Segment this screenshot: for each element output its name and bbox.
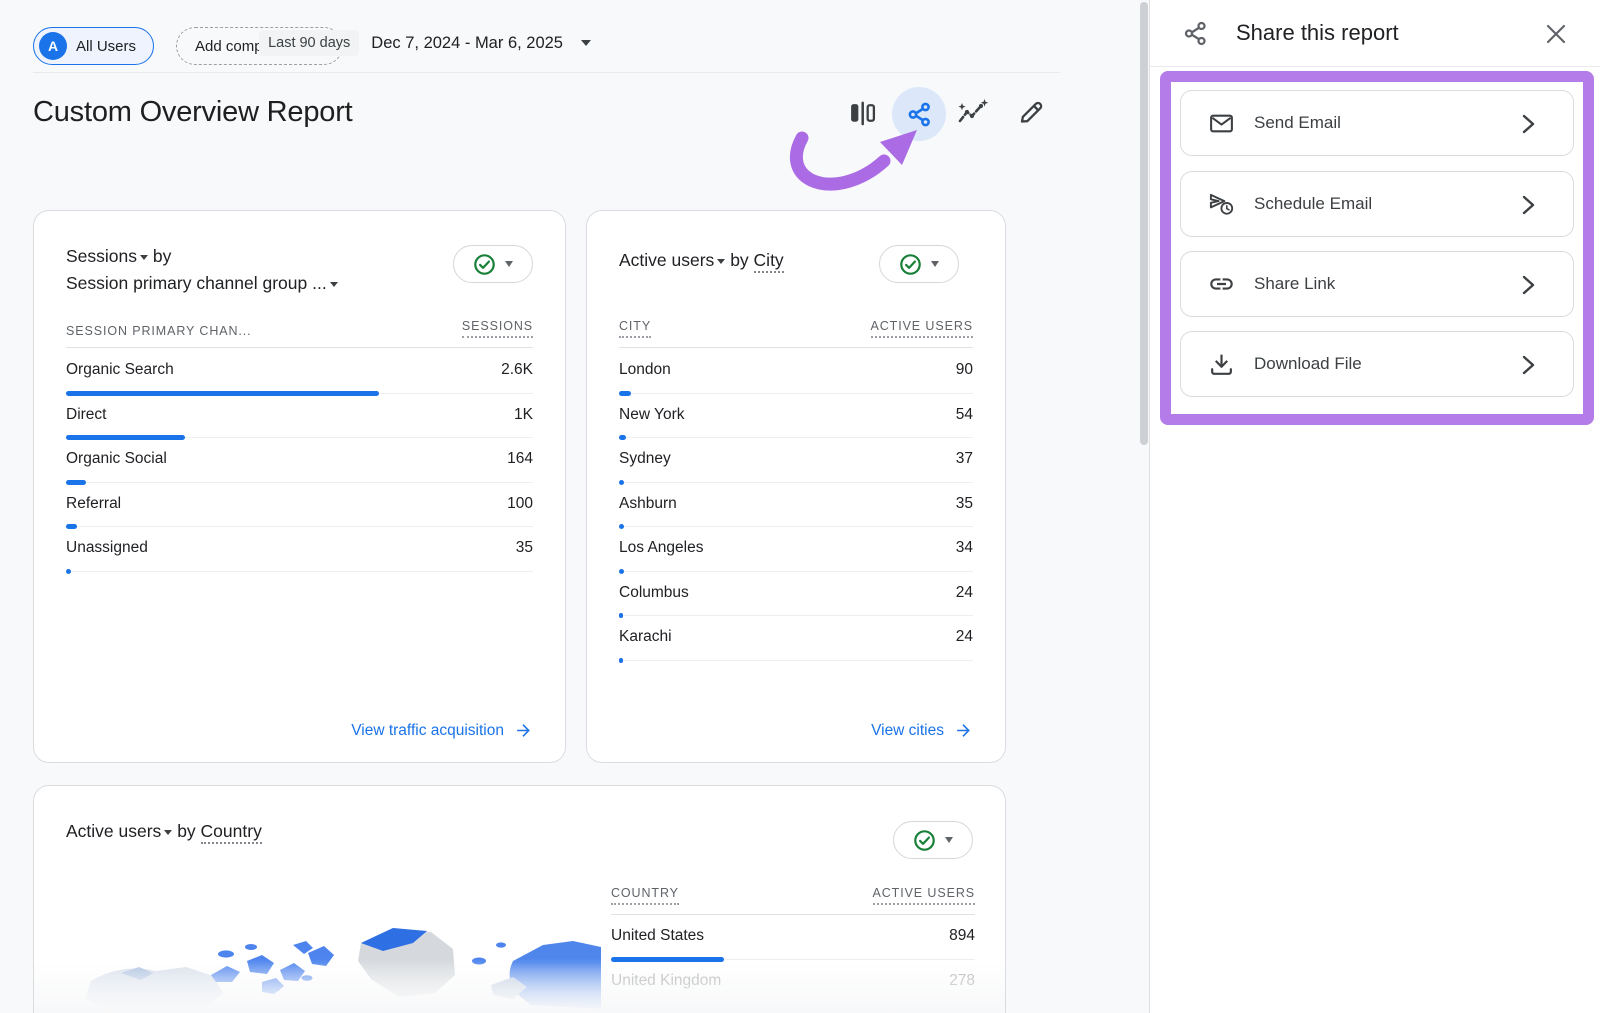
all-users-label: All Users <box>76 38 136 55</box>
dimension-selector[interactable]: Country <box>201 821 262 844</box>
view-cities-link[interactable]: View cities <box>871 721 973 740</box>
highlight-box: Send Email Schedule Email <box>1160 71 1594 425</box>
schedule-send-icon <box>1208 190 1235 218</box>
date-range-text: Dec 7, 2024 - Mar 6, 2025 <box>371 34 563 53</box>
sessions-column-headers: SESSION PRIMARY CHAN... SESSIONS <box>66 319 533 348</box>
audience-avatar: A <box>39 32 67 60</box>
download-icon <box>1208 351 1235 378</box>
cities-column-headers: CITY ACTIVE USERS <box>619 319 973 348</box>
countries-card-title: Active users by Country <box>66 818 973 845</box>
countries-card: Active users by Country <box>33 785 1006 1013</box>
edit-icon[interactable] <box>1016 97 1046 127</box>
check-circle-icon <box>473 253 496 276</box>
vertical-scrollbar[interactable] <box>1140 2 1148 445</box>
check-circle-icon <box>913 829 936 852</box>
arrow-right-icon <box>954 721 973 740</box>
chevron-right-icon <box>1517 193 1539 217</box>
share-button[interactable] <box>892 87 946 141</box>
report-toolbar <box>840 86 1060 142</box>
top-bar: A All Users Add comparison + Last 90 day… <box>0 0 1148 72</box>
metric-selector[interactable]: Active users <box>66 821 172 841</box>
panel-title: Share this report <box>1236 20 1399 46</box>
view-traffic-acquisition-link[interactable]: View traffic acquisition <box>351 721 533 740</box>
chevron-down-icon <box>164 830 172 835</box>
table-row: United Kingdom 278 <box>611 960 975 1005</box>
ga4-report-screen: A All Users Add comparison + Last 90 day… <box>0 0 1600 1013</box>
chevron-down-icon <box>581 40 591 46</box>
cities-card: Active users by City CITY ACTIVE USERS L… <box>586 210 1006 763</box>
link-icon <box>1208 270 1235 298</box>
col-dimension-sort[interactable]: COUNTRY <box>611 886 679 905</box>
sessions-table: Organic Search 2.6K Direct 1K Organic So… <box>66 349 533 572</box>
arrow-right-icon <box>514 721 533 740</box>
share-panel-header: Share this report <box>1150 0 1600 67</box>
chevron-right-icon <box>1517 112 1539 136</box>
dimension-selector[interactable]: Session primary channel group ... <box>66 273 338 293</box>
by-text: by <box>153 246 171 266</box>
by-text: by <box>730 250 748 270</box>
countries-column-headers: COUNTRY ACTIVE USERS <box>611 886 975 915</box>
close-icon[interactable] <box>1542 20 1569 47</box>
share-icon <box>906 101 933 128</box>
world-map <box>61 881 601 1013</box>
data-quality-pill[interactable] <box>879 245 959 283</box>
chevron-down-icon <box>140 255 148 260</box>
share-link-item[interactable]: Share Link <box>1180 251 1574 317</box>
chevron-right-icon <box>1517 353 1539 377</box>
insights-icon[interactable] <box>956 97 990 129</box>
row-bar <box>66 569 71 574</box>
table-row: Columbus 24 <box>619 572 973 617</box>
all-users-chip[interactable]: A All Users <box>33 27 154 65</box>
metric-selector[interactable]: Sessions <box>66 246 148 266</box>
cities-table: London 90 New York 54 Sydney 37 Ashburn … <box>619 349 973 661</box>
metric-selector[interactable]: Active users <box>619 250 725 270</box>
col-metric-sort[interactable]: SESSIONS <box>462 319 533 338</box>
table-row: Organic Search 2.6K <box>66 349 533 394</box>
share-icon <box>1182 20 1209 47</box>
table-row: Referral 100 <box>66 483 533 528</box>
date-preset-badge: Last 90 days <box>259 30 359 56</box>
table-row: Sydney 37 <box>619 438 973 483</box>
countries-table: COUNTRY ACTIVE USERS United States 894 U… <box>611 886 975 1004</box>
chevron-down-icon <box>945 837 953 843</box>
table-row: Los Angeles 34 <box>619 527 973 572</box>
chevron-right-icon <box>1517 273 1539 297</box>
by-text: by <box>177 821 195 841</box>
col-metric-sort[interactable]: ACTIVE USERS <box>873 886 976 905</box>
dimension-selector[interactable]: City <box>754 250 784 273</box>
chevron-down-icon <box>330 282 338 287</box>
table-row: Direct 1K <box>66 394 533 439</box>
table-row: New York 54 <box>619 394 973 439</box>
chevron-down-icon <box>505 261 513 267</box>
col-metric-sort[interactable]: ACTIVE USERS <box>871 319 974 338</box>
chevron-down-icon <box>717 259 725 264</box>
comparison-icon[interactable] <box>848 99 877 128</box>
download-file-item[interactable]: Download File <box>1180 331 1574 397</box>
row-bar <box>619 658 623 663</box>
table-row: United States 894 <box>611 915 975 960</box>
col-dimension-sort[interactable]: CITY <box>619 319 651 338</box>
send-email-item[interactable]: Send Email <box>1180 90 1574 156</box>
data-quality-pill[interactable] <box>893 821 973 859</box>
table-row: Organic Social 164 <box>66 438 533 483</box>
chevron-down-icon <box>931 261 939 267</box>
schedule-email-item[interactable]: Schedule Email <box>1180 171 1574 237</box>
topbar-divider <box>33 72 1060 73</box>
email-icon <box>1208 110 1235 137</box>
share-panel: Share this report Send Email <box>1149 0 1600 1013</box>
sessions-card: Sessions by Session primary channel grou… <box>33 210 566 763</box>
table-row: Unassigned 35 <box>66 527 533 572</box>
date-range-selector[interactable]: Last 90 days Dec 7, 2024 - Mar 6, 2025 <box>259 30 591 56</box>
check-circle-icon <box>899 253 922 276</box>
page-title: Custom Overview Report <box>33 96 353 129</box>
col-dimension-label: SESSION PRIMARY CHAN... <box>66 324 252 338</box>
table-row: London 90 <box>619 349 973 394</box>
table-row: Karachi 24 <box>619 616 973 661</box>
data-quality-pill[interactable] <box>453 245 533 283</box>
table-row: Ashburn 35 <box>619 483 973 528</box>
